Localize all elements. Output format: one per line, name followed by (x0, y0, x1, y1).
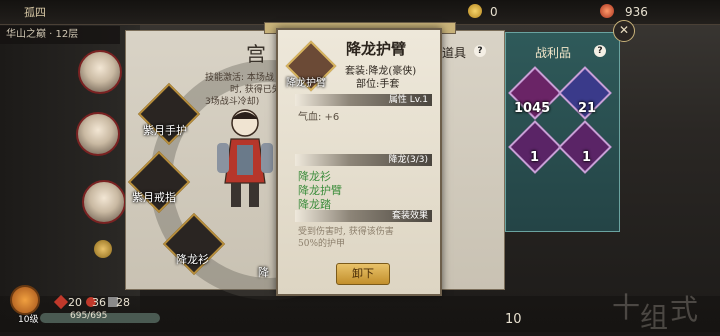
location-label: 华山之巅 · 12层 (0, 26, 120, 44)
bg-char-3: 式 (670, 293, 699, 326)
stat-armor: 28 (116, 296, 130, 309)
effect-line-2: 50%的护甲 (298, 239, 346, 249)
avatar-1[interactable] (78, 50, 122, 94)
close-icon[interactable]: ✕ (613, 20, 635, 42)
stat-hp: 气血: +6 (298, 112, 340, 123)
loot-count-3: 1 (530, 150, 540, 165)
item-icon-label: 降龙护臂 (286, 78, 326, 89)
stat-health: 36 (92, 296, 106, 309)
items-header-label: 道具 (442, 46, 467, 60)
palace-title: 宫 (246, 42, 266, 66)
attr-header-bar: 属性 Lv.1 (295, 94, 432, 106)
loot-count-4: 1 (582, 150, 592, 165)
hero-figure (217, 109, 273, 207)
slot-gloves-label: 紫月手护 (143, 124, 187, 137)
resource-2-count: 936 (625, 5, 648, 19)
bell-icon[interactable] (94, 240, 112, 258)
loot-title: 战利品 (535, 46, 572, 60)
coin-icon (468, 4, 482, 18)
effect-header-bar: 套装效果 (295, 210, 432, 222)
left-shade (0, 0, 140, 332)
loot-count-1: 1045 (514, 101, 551, 116)
set-header-bar: 降龙(3/3) (295, 154, 432, 166)
loot-help-icon[interactable]: ? (594, 45, 606, 57)
level-label: 10级 (18, 315, 39, 325)
slot-ring-label: 紫月戒指 (132, 191, 176, 204)
item-part-line: 部位:手套 (356, 79, 400, 90)
bg-char-1: 十 (612, 291, 641, 324)
item-title: 降龙护臂 (346, 40, 407, 58)
slot-boots-label: 降 (258, 266, 269, 279)
avatar-3[interactable] (82, 180, 126, 224)
cat-icon[interactable] (10, 285, 40, 315)
items-help-icon[interactable]: ? (474, 45, 486, 57)
bottom-count: 10 (505, 312, 522, 327)
bg-char-2: 组 (640, 301, 669, 334)
set-header-label: 降龙(3/3) (388, 155, 428, 165)
unequip-button[interactable]: 卸下 (336, 263, 390, 285)
slot-robe-label: 降龙衫 (176, 253, 209, 266)
hp-text: 695/695 (70, 311, 108, 321)
player-name: 孤四 (24, 6, 46, 19)
loot-count-2: 21 (578, 101, 597, 116)
effect-header-label: 套装效果 (391, 211, 428, 221)
attr-header-label: 属性 Lv.1 (388, 95, 428, 105)
avatar-2[interactable] (76, 112, 120, 156)
stat-attack: 20 (68, 296, 82, 309)
resource-1-count: 0 (490, 5, 498, 19)
ingot-icon (600, 4, 614, 18)
